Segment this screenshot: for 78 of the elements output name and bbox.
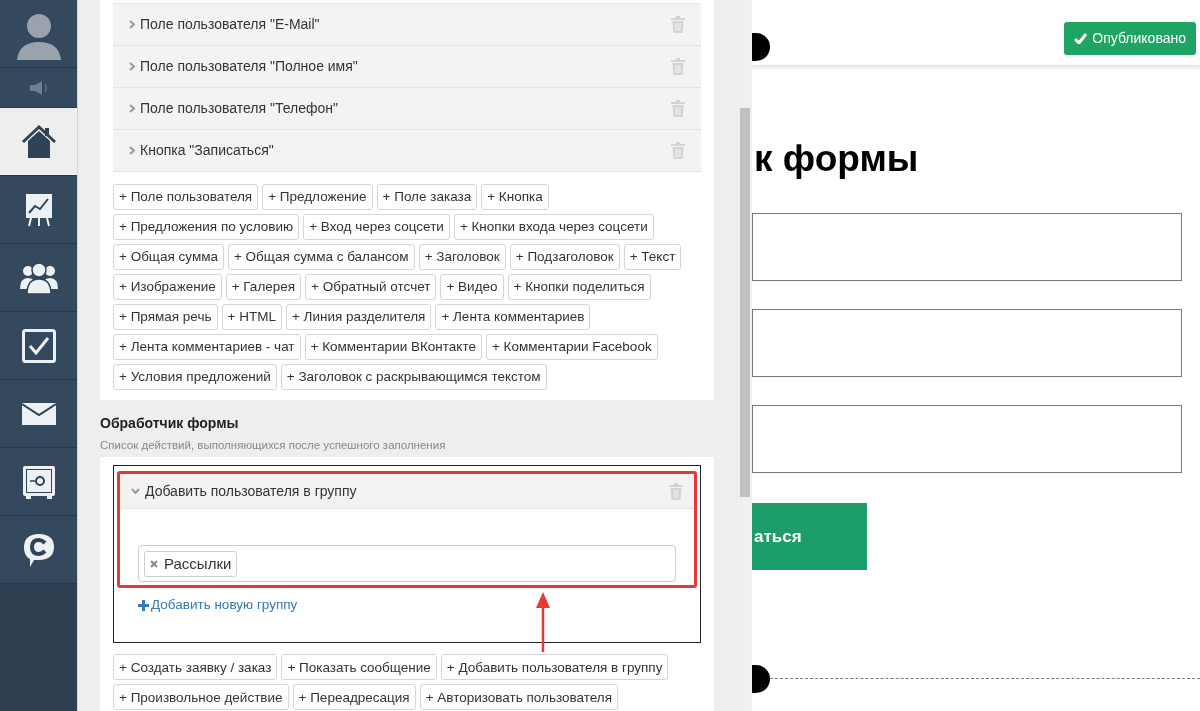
chevron-right-icon [129, 146, 135, 155]
add-element-button[interactable]: + Создать заявку / заказ [113, 654, 278, 681]
speaker-icon [27, 80, 50, 95]
sidebar-item[interactable] [0, 448, 77, 516]
add-element-button[interactable]: + Показать сообщение [281, 654, 437, 681]
add-element-button[interactable]: + Кнопки входа через соцсети [453, 214, 654, 240]
sidebar-item[interactable] [0, 108, 77, 176]
add-element-button[interactable]: + Комментарии ВКонтакте [304, 334, 482, 360]
add-element-button[interactable]: + Предложение [262, 184, 373, 210]
add-element-button[interactable]: + Линия разделителя [285, 304, 432, 330]
plus-icon [138, 599, 149, 611]
field-row[interactable]: Поле пользователя "Полное имя" [113, 46, 701, 88]
add-element-button[interactable]: + Прямая речь [113, 304, 218, 330]
add-element-button[interactable]: + Условия предложений [113, 364, 277, 390]
add-element-button[interactable]: + Видео [440, 274, 504, 300]
add-element-button[interactable]: + Авторизовать пользователя [419, 684, 618, 711]
add-element-button[interactable]: + Добавить пользователя в группу [440, 654, 669, 681]
chevron-right-icon [129, 104, 135, 113]
field-label: Поле пользователя "E-Mail" [140, 15, 321, 34]
add-element-button[interactable]: + Заголовок с раскрывающимся текстом [280, 364, 547, 390]
form-input-field[interactable] [752, 309, 1182, 377]
add-element-button[interactable]: + Комментарии Facebook [485, 334, 658, 360]
add-element-button[interactable]: + Изображение [113, 274, 222, 300]
field-row[interactable]: Поле пользователя "E-Mail" [113, 4, 701, 46]
group-select-field[interactable]: Рассылки [138, 545, 676, 583]
add-element-button[interactable]: + Произвольное действие [113, 684, 289, 711]
add-element-button[interactable]: + HTML [221, 304, 282, 330]
add-element-button[interactable]: + Поле заказа [376, 184, 478, 210]
sidebar-item[interactable] [0, 380, 77, 448]
add-element-button[interactable]: + Лента комментариев - чат [113, 334, 301, 360]
annotation-arrow [536, 592, 550, 653]
tag-label: Рассылки [164, 553, 232, 574]
home-icon [20, 124, 57, 159]
add-element-button[interactable]: + Общая сумма с балансом [227, 244, 415, 270]
sidebar-item[interactable] [0, 244, 77, 312]
field-label: Кнопка "Записаться" [140, 141, 275, 160]
section-title: Обработчик формы [100, 414, 240, 433]
field-label: Поле пользователя "Телефон" [140, 99, 339, 118]
add-element-button[interactable]: + Вход через соцсети [303, 214, 450, 240]
sidebar-item[interactable] [0, 176, 77, 244]
check-icon [1074, 33, 1088, 44]
sidebar-item[interactable] [0, 516, 77, 584]
chevron-down-icon [131, 488, 140, 495]
chevron-right-icon [129, 20, 135, 29]
add-element-button[interactable]: + Лента комментариев [435, 304, 591, 330]
add-element-button[interactable]: + Общая сумма [113, 244, 224, 270]
form-input-field[interactable] [752, 405, 1182, 473]
remove-icon[interactable] [150, 559, 158, 568]
scrollbar-thumb[interactable] [740, 108, 750, 497]
chat-logo-icon [21, 531, 56, 568]
add-element-button[interactable]: + Кнопки поделиться [507, 274, 651, 300]
sidebar-item[interactable] [0, 312, 77, 380]
users-icon [18, 260, 59, 295]
field-row[interactable]: Поле пользователя "Телефон" [113, 88, 701, 130]
add-element-button[interactable]: + Галерея [225, 274, 302, 300]
checkbox-icon [21, 328, 56, 363]
chevron-right-icon [129, 62, 135, 71]
add-element-button[interactable]: + Поле пользователя [113, 184, 259, 210]
form-heading: к формы [754, 140, 920, 177]
sidebar-item[interactable] [0, 0, 77, 68]
field-label: Поле пользователя "Полное имя" [140, 57, 359, 76]
add-element-button[interactable]: + Предложения по условию [113, 214, 300, 240]
scrollbar[interactable] [738, 0, 752, 711]
add-element-button[interactable]: + Заголовок [418, 244, 506, 270]
action-header[interactable]: Добавить пользователя в группу [120, 474, 694, 510]
form-input-field[interactable] [752, 213, 1182, 281]
add-element-button[interactable]: + Кнопка [481, 184, 549, 210]
add-group-link[interactable]: Добавить новую группу [138, 595, 298, 616]
section-subtitle: Список действий, выполняющихся после успешного заполнения [100, 438, 447, 453]
chart-board-icon [24, 192, 53, 227]
action-label: Добавить пользователя в группу [145, 481, 358, 501]
envelope-icon [21, 402, 56, 425]
add-element-button[interactable]: + Текст [623, 244, 682, 270]
add-element-button[interactable]: + Обратный отсчет [305, 274, 437, 300]
field-row[interactable]: Кнопка "Записаться" [113, 130, 701, 172]
safe-icon [21, 464, 56, 499]
add-element-button[interactable]: + Переадресация [292, 684, 416, 711]
add-element-button[interactable]: + Подзаголовок [509, 244, 620, 270]
